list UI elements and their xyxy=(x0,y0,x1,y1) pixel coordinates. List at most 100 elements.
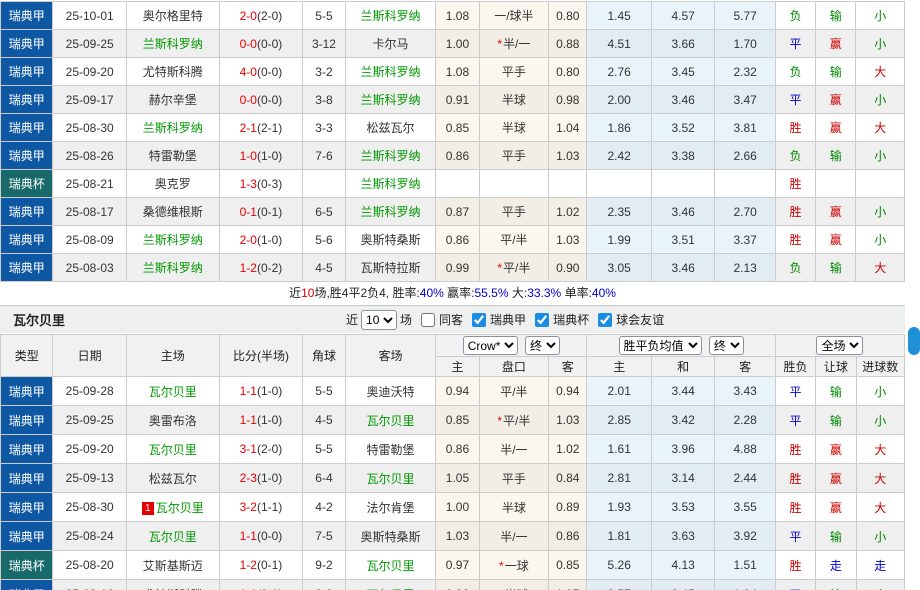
handicap-line: 半球 xyxy=(479,493,549,522)
euro-home-odds: 1.61 xyxy=(587,435,651,464)
home-team[interactable]: 赫尔辛堡 xyxy=(126,86,219,114)
euro-away-odds: 2.44 xyxy=(715,464,775,493)
home-team[interactable]: 桑德维根斯 xyxy=(126,198,219,226)
league2-checkbox[interactable] xyxy=(535,313,549,327)
league-badge: 瑞典甲 xyxy=(1,58,53,86)
score-cell: 4-0(0-0) xyxy=(219,58,303,86)
half-time-score: (1-0) xyxy=(257,471,282,485)
team2-table-body: 瑞典甲25-09-28瓦尔贝里1-1(1-0)5-5奥迪沃特0.94平/半0.9… xyxy=(1,377,905,590)
handicap-line: 平手 xyxy=(479,464,549,493)
away-team[interactable]: 兰斯科罗纳 xyxy=(345,86,436,114)
away-team[interactable]: 瓦尔贝里 xyxy=(345,406,436,435)
corner-score: 9-8 xyxy=(303,580,345,590)
euro-time-select[interactable]: 终 xyxy=(709,336,744,355)
home-team[interactable]: 松兹瓦尔 xyxy=(126,464,219,493)
away-team[interactable]: 瓦尔贝里 xyxy=(345,464,436,493)
away-team-name: 兰斯科罗纳 xyxy=(360,93,420,107)
away-team[interactable]: 瓦斯特拉斯 xyxy=(345,254,436,282)
league1-checkbox[interactable] xyxy=(472,313,486,327)
match-date: 25-09-28 xyxy=(53,377,127,406)
match-date: 25-09-13 xyxy=(53,464,127,493)
home-team-name: 奥尔格里特 xyxy=(143,9,203,23)
euro-draw-odds: 3.38 xyxy=(651,142,714,170)
handicap-text: 半/一 xyxy=(500,530,527,544)
games-suffix-label: 场 xyxy=(400,311,412,328)
home-team[interactable]: 艾斯基斯迈 xyxy=(126,551,219,580)
away-team[interactable]: 奥斯特桑斯 xyxy=(345,226,436,254)
euro-away-odds: 1.94 xyxy=(715,580,775,590)
corner-score: 5-6 xyxy=(303,226,345,254)
home-team-name: 特雷勒堡 xyxy=(149,149,197,163)
away-team-name: 兰斯科罗纳 xyxy=(360,149,420,163)
euro-home-odds: 3.05 xyxy=(587,254,651,282)
home-team[interactable]: 瓦尔贝里 xyxy=(126,522,219,551)
result-wdl: 胜 xyxy=(775,435,815,464)
home-team[interactable]: 瓦尔贝里 xyxy=(126,435,219,464)
away-team[interactable]: 卡尔马 xyxy=(345,30,436,58)
euro-home-odds: 3.57 xyxy=(587,580,651,590)
home-team[interactable]: 奥克罗 xyxy=(126,170,219,198)
away-team[interactable]: 松兹瓦尔 xyxy=(345,114,436,142)
handicap-line: 一/球半 xyxy=(479,2,549,30)
away-team[interactable]: 法尔肯堡 xyxy=(345,493,436,522)
euro-home-odds: 2.85 xyxy=(587,406,651,435)
home-team[interactable]: 兰斯科罗纳 xyxy=(126,114,219,142)
scrollbar-thumb[interactable] xyxy=(908,327,920,355)
home-team[interactable]: 兰斯科罗纳 xyxy=(126,226,219,254)
col-header-result-handicap: 让球 xyxy=(816,357,856,377)
euro-draw-odds xyxy=(651,170,714,198)
scope-select[interactable]: 全场 xyxy=(816,336,863,355)
table-row: 瑞典甲25-09-25奥雷布洛1-1(1-0)4-5瓦尔贝里0.85*平/半1.… xyxy=(1,406,905,435)
result-goals: 小 xyxy=(856,522,905,551)
home-team[interactable]: 尤特斯科腾 xyxy=(126,58,219,86)
home-team[interactable]: 瓦尔贝里 xyxy=(126,377,219,406)
handicap-text: 一/球半 xyxy=(494,9,533,23)
match-date: 25-09-25 xyxy=(53,406,127,435)
asian-away-odds xyxy=(549,170,587,198)
col-header-result-wdl: 胜负 xyxy=(775,357,815,377)
col-header-euro-draw: 和 xyxy=(651,357,714,377)
result-handicap: 输 xyxy=(816,58,856,86)
home-team[interactable]: 兰斯科罗纳 xyxy=(126,254,219,282)
league3-checkbox[interactable] xyxy=(598,313,612,327)
half-time-score: (2-1) xyxy=(257,121,282,135)
result-handicap: 走 xyxy=(816,551,856,580)
home-team[interactable]: 尤特斯科腾 xyxy=(126,580,219,590)
result-handicap: 赢 xyxy=(816,86,856,114)
home-team[interactable]: 奥尔格里特 xyxy=(126,2,219,30)
away-team[interactable]: 奥斯特桑斯 xyxy=(345,522,436,551)
asian-away-odds: 1.03 xyxy=(549,226,587,254)
result-wdl: 胜 xyxy=(775,114,815,142)
result-handicap: 赢 xyxy=(816,198,856,226)
handicap-line: 半/一 xyxy=(479,435,549,464)
handicap-text: 平手 xyxy=(502,65,526,79)
away-team[interactable]: 奥迪沃特 xyxy=(345,377,436,406)
away-team[interactable]: 瓦尔贝里 xyxy=(345,551,436,580)
away-team-name: 瓦尔贝里 xyxy=(366,559,414,573)
league-badge: 瑞典杯 xyxy=(1,551,53,580)
away-team[interactable]: 特雷勒堡 xyxy=(345,435,436,464)
away-team[interactable]: 兰斯科罗纳 xyxy=(345,2,436,30)
home-team[interactable]: 兰斯科罗纳 xyxy=(126,30,219,58)
away-team[interactable]: 兰斯科罗纳 xyxy=(345,58,436,86)
recent-count-select[interactable]: 10 xyxy=(361,310,397,330)
same-venue-checkbox[interactable] xyxy=(421,313,435,327)
away-team-name: 奥斯特桑斯 xyxy=(360,530,420,544)
euro-type-select[interactable]: 胜平负均值 xyxy=(619,336,702,355)
asian-time-select[interactable]: 终 xyxy=(525,336,560,355)
asian-home-odds xyxy=(436,170,479,198)
result-wdl: 胜 xyxy=(775,198,815,226)
home-team[interactable]: 1瓦尔贝里 xyxy=(126,493,219,522)
score-cell: 1-3(0-3) xyxy=(219,170,303,198)
away-team[interactable]: 瓦尔贝里 xyxy=(345,580,436,590)
away-team[interactable]: 兰斯科罗纳 xyxy=(345,170,436,198)
away-team[interactable]: 兰斯科罗纳 xyxy=(345,198,436,226)
home-team-name: 兰斯科罗纳 xyxy=(143,261,203,275)
home-team[interactable]: 奥雷布洛 xyxy=(126,406,219,435)
home-team[interactable]: 特雷勒堡 xyxy=(126,142,219,170)
corner-score: 5-5 xyxy=(303,435,345,464)
match-date: 25-10-01 xyxy=(53,2,127,30)
away-team[interactable]: 兰斯科罗纳 xyxy=(345,142,436,170)
bookmaker-select[interactable]: Crow* xyxy=(463,336,518,355)
full-time-score: 2-0 xyxy=(240,233,257,247)
